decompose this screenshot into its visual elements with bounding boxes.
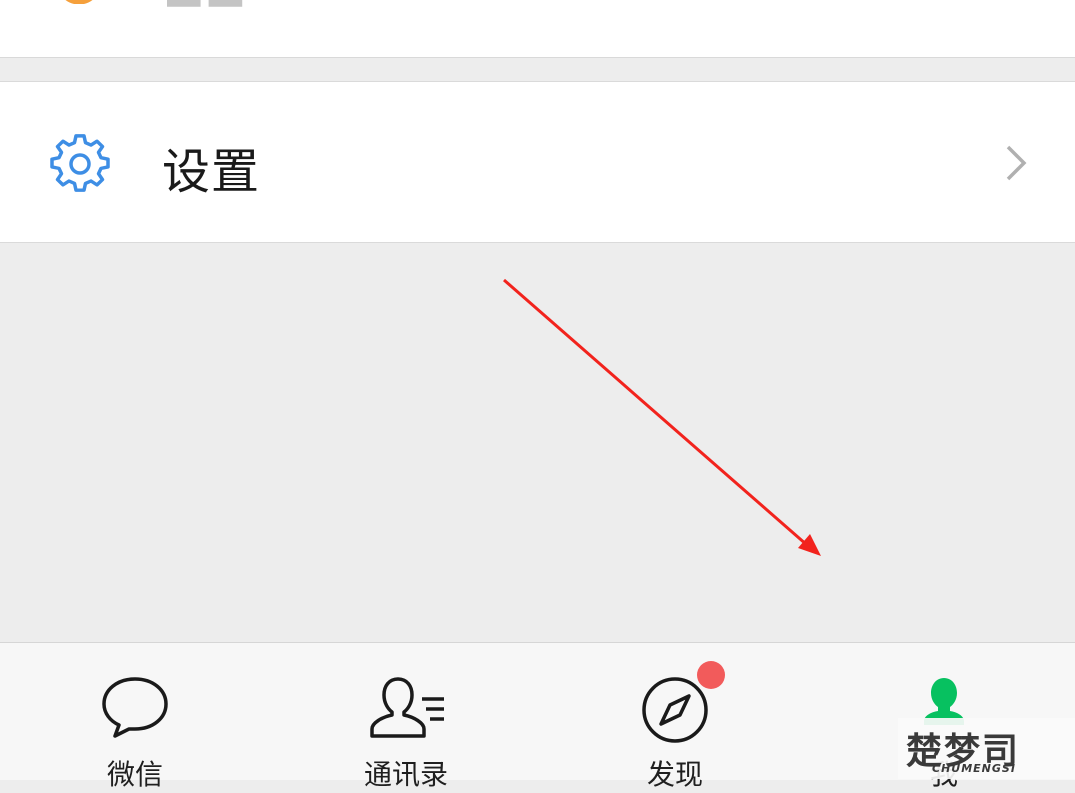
orange-circle-icon [65,0,93,4]
tab-label: 微信 [106,758,163,791]
watermark-subtext: CHUMENGSI [932,762,1016,775]
tab-contacts[interactable]: 通讯录 [306,643,506,791]
tab-chats[interactable]: 微信 [35,643,235,791]
chat-bubble-icon [102,677,168,738]
gear-icon [50,134,110,192]
notification-dot [697,661,725,689]
tab-label: 发现 [646,758,703,791]
tab-label: 通讯录 [363,758,448,791]
settings-row[interactable]: 设置 [0,81,1075,243]
top-menu-row-partial[interactable]: ▬▬ [0,0,1075,58]
settings-label: 设置 [162,144,261,200]
watermark-logo: 楚梦司 CHUMENGSI [898,718,1075,779]
top-row-label-partial: ▬▬ [163,0,246,21]
compass-icon [642,677,708,743]
contacts-icon [370,677,444,738]
tab-discover[interactable]: 发现 [575,643,775,791]
chevron-right-icon [1006,145,1027,181]
